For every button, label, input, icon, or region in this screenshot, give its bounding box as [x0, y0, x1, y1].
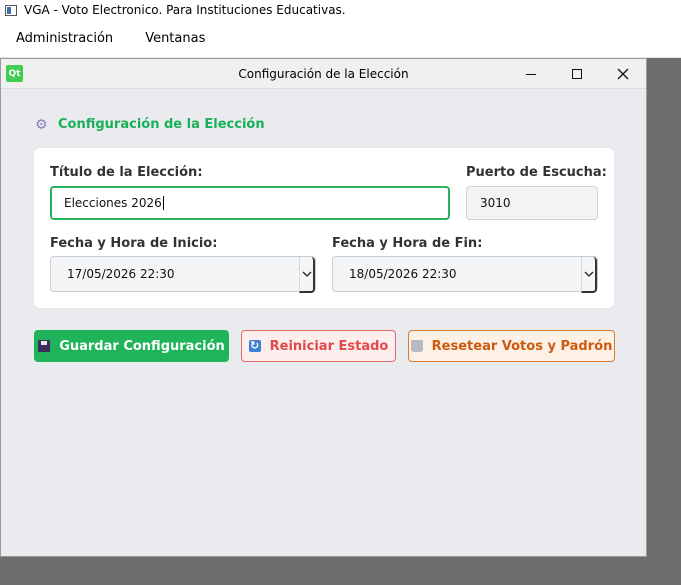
save-config-button[interactable]: Guardar Configuración — [34, 330, 229, 362]
minimize-button[interactable] — [508, 59, 554, 89]
chevron-down-icon — [302, 271, 311, 277]
dialog-titlebar: Qt Configuración de la Elección — [1, 59, 646, 89]
port-label: Puerto de Escucha: — [466, 165, 607, 180]
minimize-icon — [526, 73, 536, 75]
title-input-value: Elecciones 2026 — [64, 196, 162, 210]
end-label: Fecha y Hora de Fin: — [332, 236, 483, 251]
port-input[interactable]: 3010 — [466, 186, 598, 220]
reset-state-button[interactable]: ↻ Reiniciar Estado — [241, 330, 396, 362]
start-datetime-select[interactable]: 17/05/2026 22:30 — [50, 256, 316, 293]
menu-ventanas[interactable]: Ventanas — [129, 31, 221, 46]
floppy-disk-icon — [38, 340, 51, 352]
start-label: Fecha y Hora de Inicio: — [50, 236, 218, 251]
reset-votes-button[interactable]: Resetear Votos y Padrón — [408, 330, 615, 362]
section-title: Configuración de la Elección — [58, 117, 265, 132]
start-datetime-value: 17/05/2026 22:30 — [67, 267, 175, 281]
menubar: Administración Ventanas — [0, 20, 681, 58]
reset-votes-label: Resetear Votos y Padrón — [431, 338, 613, 354]
main-window-titlebar: VGA - Voto Electronico. Para Institucion… — [0, 0, 681, 20]
chevron-down-icon — [584, 271, 593, 277]
qt-logo-icon: Qt — [6, 65, 23, 82]
main-window-title: VGA - Voto Electronico. Para Institucion… — [24, 3, 346, 17]
end-dropdown-toggle[interactable] — [581, 257, 597, 293]
reset-state-label: Reiniciar Estado — [269, 338, 389, 354]
title-label: Título de la Elección: — [50, 165, 203, 180]
gear-icon: ⚙ — [35, 116, 48, 133]
app-window-icon — [5, 4, 17, 16]
menu-administracion[interactable]: Administración — [0, 31, 129, 46]
refresh-icon: ↻ — [248, 339, 261, 352]
config-dialog: Qt Configuración de la Elección ⚙ Config… — [0, 58, 647, 557]
port-input-value: 3010 — [480, 196, 511, 210]
start-dropdown-toggle[interactable] — [299, 257, 315, 293]
end-datetime-select[interactable]: 18/05/2026 22:30 — [332, 256, 598, 293]
trash-icon — [410, 340, 423, 352]
save-config-label: Guardar Configuración — [59, 338, 225, 354]
close-icon — [617, 68, 629, 80]
maximize-button[interactable] — [554, 59, 600, 89]
section-header: ⚙ Configuración de la Elección — [35, 117, 265, 132]
end-datetime-value: 18/05/2026 22:30 — [349, 267, 457, 281]
title-input[interactable]: Elecciones 2026 — [50, 186, 450, 220]
text-caret — [162, 196, 164, 210]
config-form-card: Título de la Elección: Elecciones 2026 P… — [34, 148, 614, 308]
close-button[interactable] — [600, 59, 646, 89]
maximize-icon — [572, 69, 582, 79]
